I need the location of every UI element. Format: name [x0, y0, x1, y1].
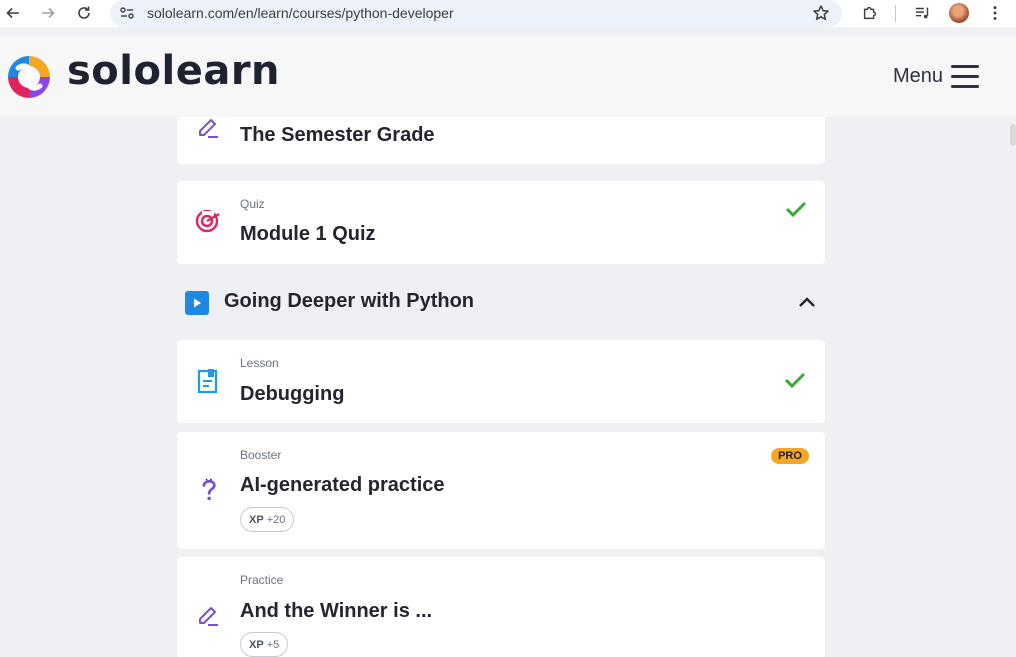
site-settings-icon[interactable] [119, 5, 135, 21]
xp-value: +20 [266, 513, 286, 526]
item-type: Practice [240, 573, 284, 587]
item-type: Quiz [240, 197, 265, 211]
item-card[interactable]: The Semester Grade [177, 117, 825, 164]
forward-arrow-icon [42, 7, 55, 19]
item-card[interactable]: Booster PRO AI-generated practice XP +20 [177, 432, 825, 549]
course-content: The Semester Grade Quiz Module 1 Quiz Go… [0, 117, 1016, 657]
hamburger-menu-icon[interactable] [951, 65, 979, 89]
menu-label[interactable]: Menu [893, 65, 943, 88]
xp-label: XP [249, 638, 264, 651]
quiz-target-icon [195, 209, 220, 233]
booster-question-icon [202, 478, 216, 501]
item-title: AI-generated practice [240, 474, 445, 496]
back-button[interactable] [1, 1, 25, 25]
xp-badge: XP +5 [240, 632, 289, 657]
item-title: Module 1 Quiz [240, 223, 376, 245]
xp-label: XP [249, 513, 264, 526]
forward-button[interactable] [36, 1, 60, 25]
browser-menu-button[interactable] [985, 3, 1005, 23]
profile-avatar[interactable] [949, 3, 969, 23]
back-arrow-icon [6, 7, 19, 19]
sololearn-logo-icon[interactable] [4, 52, 54, 102]
practice-pencil-icon [199, 119, 218, 138]
address-bar[interactable]: sololearn.com/en/learn/courses/python-de… [110, 0, 842, 27]
check-icon [784, 372, 806, 389]
pro-badge: PRO [771, 448, 809, 464]
media-control-button[interactable] [913, 3, 933, 23]
check-icon [785, 201, 807, 218]
item-card[interactable]: Lesson Debugging [177, 340, 825, 423]
practice-pencil-icon [199, 607, 218, 626]
logo-wordmark[interactable]: sololearn [67, 48, 280, 94]
item-type: Booster [240, 448, 282, 462]
toolbar-divider [895, 5, 896, 22]
xp-badge: XP +20 [240, 507, 295, 532]
item-card[interactable]: Practice And the Winner is ... XP +5 [177, 557, 825, 657]
item-title: And the Winner is ... [240, 600, 433, 622]
lesson-doc-icon [197, 369, 218, 394]
site-header: sololearn Menu [0, 37, 1016, 146]
module-header[interactable]: Going Deeper with Python [177, 284, 825, 324]
xp-value: +5 [266, 638, 280, 651]
chevron-up-icon[interactable] [797, 292, 817, 312]
extensions-button[interactable] [860, 3, 880, 23]
reload-button[interactable] [72, 1, 96, 25]
browser-toolbar: sololearn.com/en/learn/courses/python-de… [0, 0, 1016, 27]
play-icon [185, 291, 209, 315]
playlist-music-icon [915, 7, 929, 19]
kebab-menu-icon [993, 6, 997, 20]
item-title: The Semester Grade [240, 124, 435, 146]
bookmark-star-icon[interactable] [812, 4, 830, 22]
url-text[interactable]: sololearn.com/en/learn/courses/python-de… [147, 5, 454, 21]
item-card[interactable]: Quiz Module 1 Quiz [177, 181, 825, 264]
puzzle-icon [863, 6, 877, 20]
item-type: Lesson [240, 356, 279, 370]
module-title: Going Deeper with Python [224, 290, 475, 312]
item-title: Debugging [240, 383, 345, 405]
reload-icon [78, 6, 90, 19]
